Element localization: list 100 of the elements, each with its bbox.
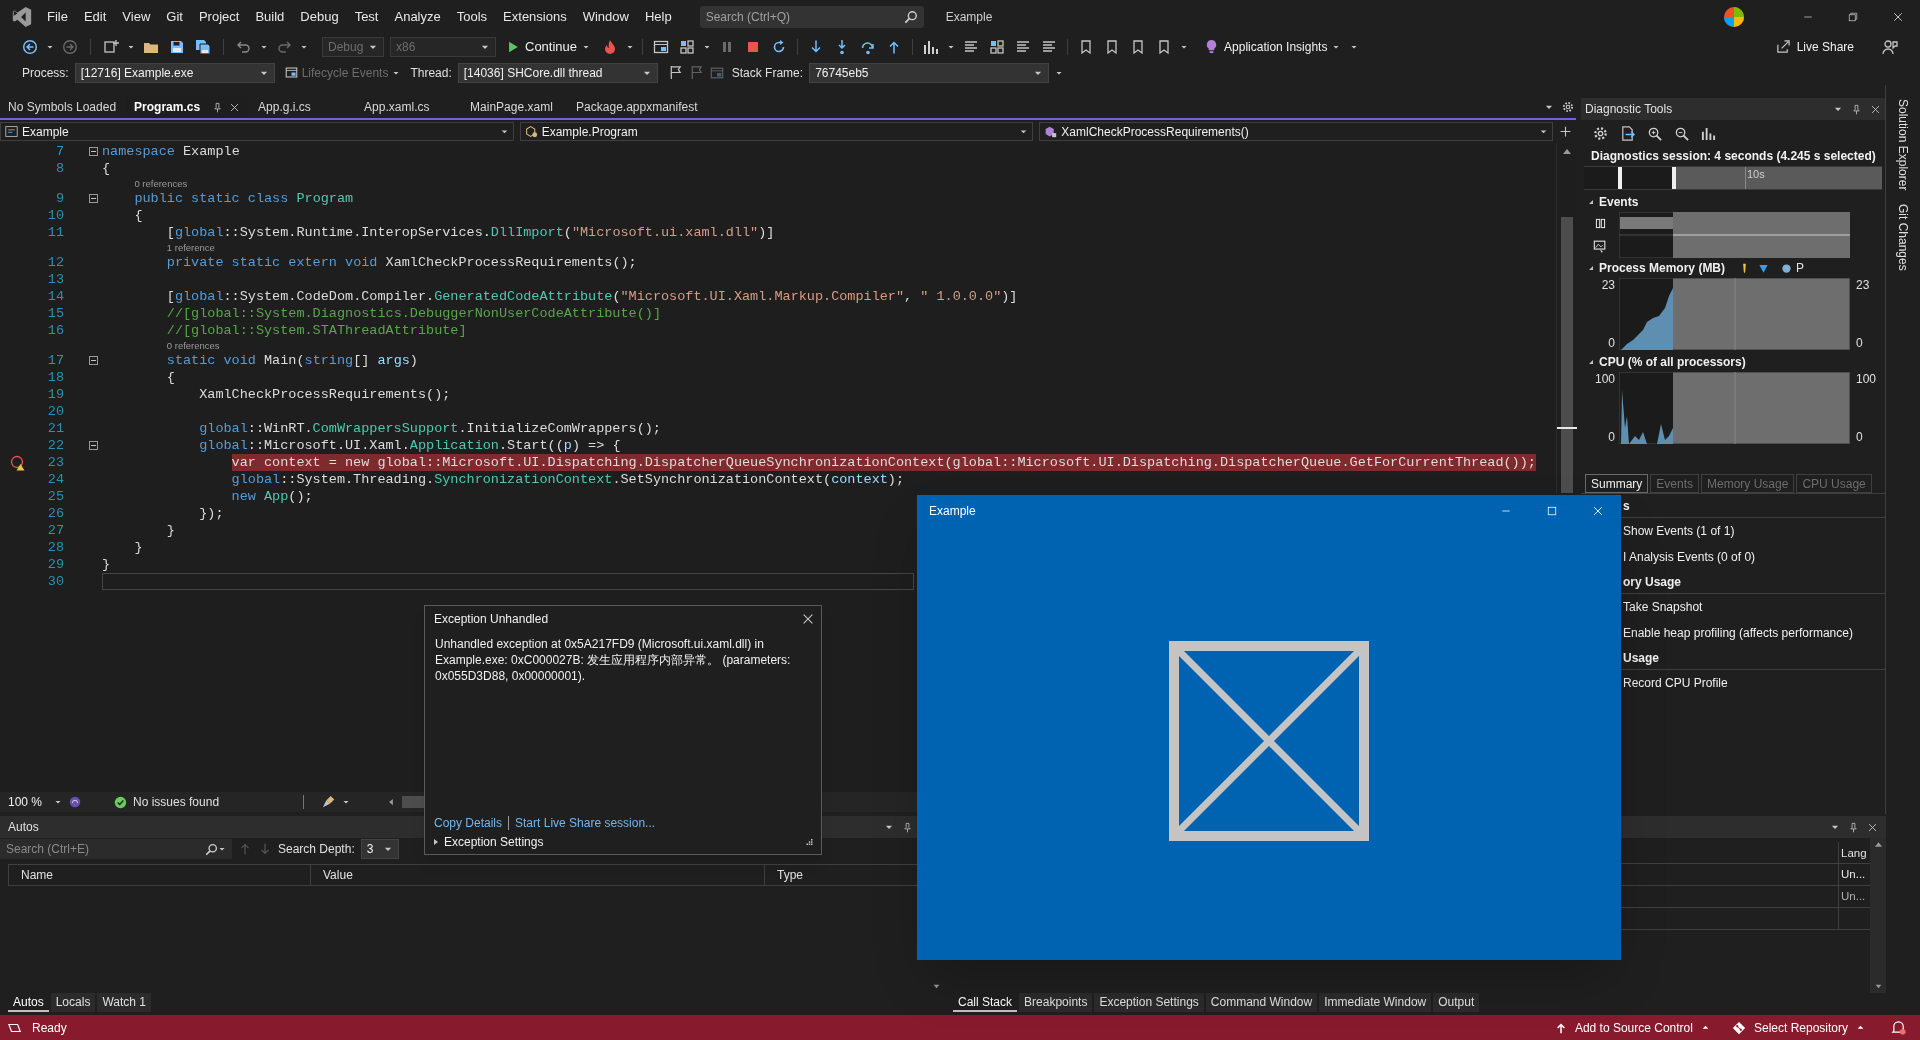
codelens-text[interactable]: 0 references xyxy=(166,339,220,352)
thread-dropdown[interactable]: [14036] SHCore.dll thread xyxy=(457,62,658,83)
search-field[interactable]: Search (Ctrl+Q) xyxy=(699,5,924,28)
insights-button[interactable]: Application Insights xyxy=(1200,35,1345,58)
list-icon[interactable] xyxy=(963,38,980,55)
menu-item[interactable]: Debug xyxy=(292,3,347,30)
menu-item[interactable]: Test xyxy=(346,3,387,30)
panel-tab[interactable]: Immediate Window xyxy=(1319,993,1432,1012)
close-icon[interactable] xyxy=(229,101,241,113)
feedback-icon[interactable] xyxy=(1882,38,1898,55)
summary-link[interactable]: Enable heap profiling (affects performance) xyxy=(1623,624,1853,642)
summary-link[interactable]: Show Events (1 of 1) xyxy=(1623,522,1735,540)
grid-icon[interactable] xyxy=(989,38,1006,55)
navigation-dropdown[interactable]: Example.Program xyxy=(519,122,1034,141)
menu-item[interactable]: Build xyxy=(247,3,293,30)
scroll-up-icon[interactable] xyxy=(1873,840,1883,848)
column-header[interactable]: Name xyxy=(8,865,310,885)
codelens-text[interactable]: 0 references xyxy=(134,177,188,190)
menu-item[interactable]: Project xyxy=(190,3,248,30)
menu-item[interactable]: Window xyxy=(574,3,637,30)
continue-button[interactable]: Continue xyxy=(502,35,595,58)
settings-icon[interactable] xyxy=(1593,125,1608,141)
dialog-link[interactable]: Start Live Share session... xyxy=(515,814,656,832)
forward-icon[interactable] xyxy=(62,38,78,55)
new-item-icon[interactable] xyxy=(103,38,119,55)
menu-item[interactable]: File xyxy=(39,3,76,30)
document-tab[interactable]: MainPage.xaml xyxy=(462,96,567,118)
column-header[interactable]: Value xyxy=(310,865,764,885)
list-icon[interactable] xyxy=(1015,38,1032,55)
chart-icon[interactable] xyxy=(1701,125,1716,141)
vertical-scrollbar[interactable] xyxy=(1870,838,1886,993)
export-icon[interactable] xyxy=(1620,125,1635,141)
panel-tab[interactable]: Command Window xyxy=(1205,993,1318,1012)
collapse-icon[interactable] xyxy=(89,194,98,203)
save-all-icon[interactable] xyxy=(195,38,211,55)
collapse-icon[interactable] xyxy=(89,147,98,156)
brush-icon[interactable] xyxy=(322,795,337,809)
summary-link[interactable]: Take Snapshot xyxy=(1623,598,1703,616)
panel-tab[interactable]: Watch 1 xyxy=(97,993,151,1012)
settings-expander[interactable]: Exception Settings xyxy=(432,833,544,851)
side-tab[interactable]: Git Changes xyxy=(1894,204,1912,272)
chart-icon[interactable] xyxy=(923,38,940,55)
expanded-icon[interactable] xyxy=(1587,358,1595,366)
vertical-scrollbar[interactable] xyxy=(1556,143,1576,493)
codelens-text[interactable]: 1 reference xyxy=(166,241,215,254)
collapse-icon[interactable] xyxy=(89,441,98,450)
collapse-icon[interactable] xyxy=(89,356,98,365)
depth-dropdown[interactable]: 3 xyxy=(360,839,399,859)
panel-tab[interactable]: Locals xyxy=(50,993,96,1012)
scroll-up-icon[interactable] xyxy=(1561,147,1572,155)
menu-item[interactable]: Git xyxy=(158,3,191,30)
column-header[interactable]: Type xyxy=(764,865,904,885)
panel-tab[interactable]: Autos xyxy=(8,993,49,1012)
stack-frame-dropdown[interactable]: 76745eb5 xyxy=(809,62,1050,83)
document-tab[interactable]: App.g.i.cs xyxy=(250,96,355,118)
notification-icon[interactable] xyxy=(1891,1020,1906,1035)
expanded-icon[interactable] xyxy=(1587,264,1595,272)
save-icon[interactable] xyxy=(169,38,185,55)
account-icon[interactable] xyxy=(1723,5,1745,28)
navigation-dropdown[interactable]: Example xyxy=(0,122,514,141)
menu-item[interactable]: Help xyxy=(636,3,680,30)
repository-button[interactable]: Select Repository xyxy=(1731,1018,1865,1037)
source-control-button[interactable]: Add to Source Control xyxy=(1554,1018,1710,1037)
timeline-ruler[interactable]: 10s xyxy=(1584,166,1882,190)
zoom-out-icon[interactable] xyxy=(1674,125,1689,141)
side-tab[interactable]: Solution Explorer xyxy=(1894,99,1912,191)
zoom-dropdown[interactable]: 100 % xyxy=(0,793,62,811)
panel-tab[interactable]: Breakpoints xyxy=(1019,993,1093,1012)
pin-icon[interactable] xyxy=(1851,103,1862,115)
menu-item[interactable]: Edit xyxy=(75,3,115,30)
pin-icon[interactable] xyxy=(902,821,913,833)
menu-item[interactable]: View xyxy=(114,3,159,30)
zoom-in-icon[interactable] xyxy=(1647,125,1662,141)
process-dropdown[interactable]: [12716] Example.exe xyxy=(74,62,275,83)
live-share-button[interactable]: Live Share xyxy=(1771,35,1858,58)
settings-icon[interactable] xyxy=(1562,101,1574,113)
summary-link[interactable]: I Analysis Events (0 of 0) xyxy=(1623,548,1756,566)
panel-tab[interactable]: Summary xyxy=(1585,474,1649,493)
grid-icon[interactable] xyxy=(679,38,696,55)
close-icon[interactable] xyxy=(1867,821,1878,833)
search-field[interactable]: Search (Ctrl+E) xyxy=(0,839,232,859)
menu-item[interactable]: Extensions xyxy=(495,3,575,30)
close-icon[interactable] xyxy=(801,612,815,626)
split-icon[interactable] xyxy=(1559,125,1572,138)
dialog-link[interactable]: Copy Details xyxy=(434,814,503,832)
document-tab[interactable]: Package.appxmanifest xyxy=(568,96,706,118)
summary-link[interactable]: Record CPU Profile xyxy=(1623,674,1728,692)
expanded-icon[interactable] xyxy=(1587,198,1595,206)
pin-icon[interactable] xyxy=(212,101,224,113)
scroll-down-icon[interactable] xyxy=(931,982,941,991)
panel-tab[interactable]: Call Stack xyxy=(953,993,1018,1012)
document-tab[interactable]: App.xaml.cs xyxy=(356,96,461,118)
close-icon[interactable] xyxy=(1870,103,1881,115)
issues-status[interactable]: No issues found xyxy=(133,793,220,811)
menu-item[interactable]: Tools xyxy=(448,3,496,30)
document-tab[interactable]: No Symbols Loaded xyxy=(0,96,125,118)
navigation-dropdown[interactable]: XamlCheckProcessRequirements() xyxy=(1039,122,1553,141)
list-icon[interactable] xyxy=(1041,38,1058,55)
extension-icon[interactable] xyxy=(68,795,82,809)
pin-icon[interactable] xyxy=(1848,821,1859,833)
